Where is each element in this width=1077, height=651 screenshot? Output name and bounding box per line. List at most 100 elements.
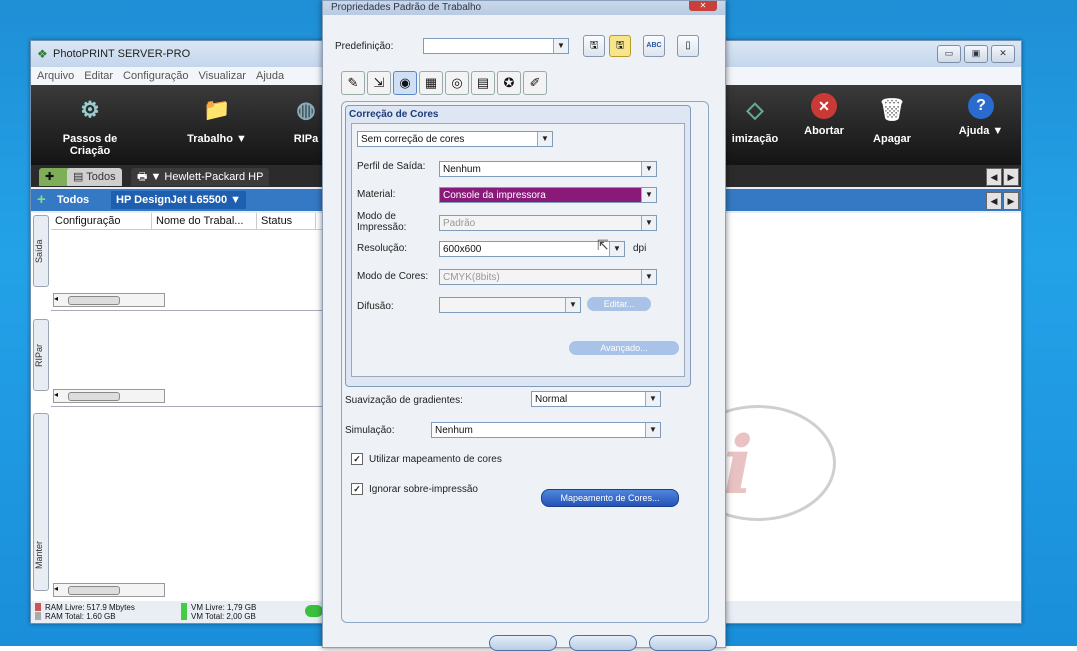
tab-palette-icon[interactable]: ✐	[523, 71, 547, 95]
tab-general-icon[interactable]: ✎	[341, 71, 365, 95]
chevron-down-icon: ▼	[609, 242, 624, 256]
use-color-mapping-checkbox[interactable]: ✓ Utilizar mapeamento de cores	[351, 453, 502, 465]
menu-ajuda[interactable]: Ajuda	[256, 70, 284, 82]
spellcheck-button[interactable]: ABC	[643, 35, 665, 57]
print-mode-select[interactable]: Padrão ▼	[439, 215, 657, 231]
material-label: Material:	[357, 189, 396, 200]
help-button[interactable]: ? Ajuda ▼	[951, 93, 1011, 137]
advanced-button[interactable]: Avançado...	[569, 341, 679, 355]
color-correction-title: Correção de Cores	[349, 109, 439, 120]
device-scroll-left[interactable]: ◀	[986, 192, 1002, 210]
side-tab-rip[interactable]: RIPar	[33, 319, 49, 391]
steps-button[interactable]: ⚙ Passos de Criação	[45, 93, 135, 157]
color-mode-select[interactable]: CMYK(8bits) ▼	[439, 269, 657, 285]
tab-scroll-right[interactable]: ▶	[1003, 168, 1019, 186]
tab-printer[interactable]: 🖶 ▼ Hewlett-Packard HP	[131, 168, 270, 186]
ram-total: RAM Total: 1.60 GB	[45, 612, 116, 621]
preset-label: Predefinição:	[335, 41, 394, 52]
save-as-icon: 🖫	[615, 40, 625, 51]
preset-select[interactable]: ▼	[423, 38, 569, 54]
tab-tiles-icon[interactable]: ▦	[419, 71, 443, 95]
queue-column-headers: Configuração Nome do Trabal... Status	[51, 213, 331, 230]
tab-device[interactable]: HP DesignJet L65500 ▼	[111, 191, 247, 209]
main-window-title: PhotoPRINT SERVER-PRO	[53, 48, 191, 60]
close-button[interactable]: ✕	[991, 45, 1015, 63]
chevron-down-icon: ▼	[553, 39, 568, 53]
tab-options-icon[interactable]: ✪	[497, 71, 521, 95]
tab-swatch-icon[interactable]: ▤	[471, 71, 495, 95]
tab-size-icon[interactable]: ⇲	[367, 71, 391, 95]
simulation-label: Simulação:	[345, 425, 395, 436]
material-select[interactable]: Console da impressora ▼	[439, 187, 657, 203]
chevron-down-icon: ▼	[641, 216, 656, 230]
edit-diffusion-button[interactable]: Editar...	[587, 297, 651, 311]
ok-button[interactable]	[489, 635, 557, 651]
add-device-icon[interactable]: +	[37, 191, 46, 209]
diffusion-select[interactable]: ▼	[439, 297, 581, 313]
hold-hscroll[interactable]: ◂	[53, 583, 165, 597]
minimize-button[interactable]: ▭	[937, 45, 961, 63]
ignore-overprint-checkbox[interactable]: ✓ Ignorar sobre-impressão	[351, 483, 478, 495]
print-mode-label: Modo de Impressão:	[357, 211, 407, 233]
ram-total-swatch	[35, 612, 41, 620]
optimize-icon: ◇	[746, 97, 764, 122]
job-button[interactable]: 📁 Trabalho ▼	[177, 93, 257, 145]
vm-swatch	[181, 603, 187, 620]
maximize-button[interactable]: ▣	[964, 45, 988, 63]
optimize-button[interactable]: ◇ imização	[725, 93, 785, 145]
abort-icon: ✕	[811, 93, 837, 119]
delete-button[interactable]: 🗑 Apagar	[867, 93, 917, 145]
profile-label: Perfil de Saída:	[357, 161, 426, 172]
color-mode-label: Modo de Cores:	[357, 271, 429, 282]
dialog-title: Propriedades Padrão de Trabalho	[323, 1, 725, 15]
app-logo-icon: ❖	[37, 47, 48, 61]
column-configuracao[interactable]: Configuração	[51, 213, 152, 229]
delete-preset-button[interactable]: ▯	[677, 35, 699, 57]
dialog-close-button[interactable]: ✕	[689, 1, 717, 11]
device-scroll-arrows: ◀ ▶	[986, 192, 1019, 210]
diffusion-label: Difusão:	[357, 301, 394, 312]
tab-all-queues[interactable]: ▤ Todos	[67, 168, 122, 186]
trash-icon: 🗑	[878, 97, 906, 122]
tab-color-icon[interactable]: ◉	[393, 71, 417, 95]
rip-icon: ◍	[296, 97, 316, 122]
menu-editar[interactable]: Editar	[84, 70, 113, 82]
device-scroll-right[interactable]: ▶	[1003, 192, 1019, 210]
folder-icon: 📁	[203, 97, 231, 122]
correction-mode-select[interactable]: Sem correção de cores ▼	[357, 131, 553, 147]
profile-select[interactable]: Nenhum ▼	[439, 161, 657, 177]
tab-all-devices[interactable]: Todos	[57, 191, 89, 209]
side-tab-output[interactable]: Saída	[33, 215, 49, 287]
save-icon: 🖫	[589, 40, 599, 51]
menu-visualizar[interactable]: Visualizar	[198, 70, 246, 82]
save-preset-button[interactable]: 🖫	[583, 35, 605, 57]
abort-button[interactable]: ✕ Abortar	[799, 93, 849, 137]
delete-icon: ▯	[685, 40, 691, 51]
queue-panel: Configuração Nome do Trabal... Status Sa…	[31, 213, 331, 601]
menu-configuracao[interactable]: Configuração	[123, 70, 188, 82]
window-controls: ▭ ▣ ✕	[937, 45, 1015, 63]
tab-scroll-arrows: ◀ ▶	[986, 168, 1019, 186]
chevron-down-icon: ▼	[641, 162, 656, 176]
tab-scroll-left[interactable]: ◀	[986, 168, 1002, 186]
cancel-button[interactable]	[569, 635, 637, 651]
column-job-name[interactable]: Nome do Trabal...	[152, 213, 257, 229]
rip-hscroll[interactable]: ◂	[53, 389, 165, 403]
apply-button[interactable]	[649, 635, 717, 651]
chevron-down-icon: ▼	[565, 298, 580, 312]
menu-arquivo[interactable]: Arquivo	[37, 70, 74, 82]
column-status[interactable]: Status	[257, 213, 316, 229]
output-hscroll[interactable]: ◂	[53, 293, 165, 307]
mouse-cursor-icon: ⇱	[597, 237, 609, 253]
tab-marks-icon[interactable]: ◎	[445, 71, 469, 95]
save-as-preset-button[interactable]: 🖫	[609, 35, 631, 57]
side-tab-hold[interactable]: Manter	[33, 413, 49, 591]
color-mapping-button[interactable]: Mapeamento de Cores...	[541, 489, 679, 507]
simulation-select[interactable]: Nenhum ▼	[431, 422, 661, 438]
chevron-down-icon: ▼	[641, 188, 656, 202]
dpi-label: dpi	[633, 243, 647, 254]
gradient-select[interactable]: Normal ▼	[531, 391, 661, 407]
checkmark-icon: ✓	[351, 483, 363, 495]
rip-button[interactable]: ◍ RIPa	[286, 93, 326, 145]
chevron-down-icon: ▼	[641, 270, 656, 284]
